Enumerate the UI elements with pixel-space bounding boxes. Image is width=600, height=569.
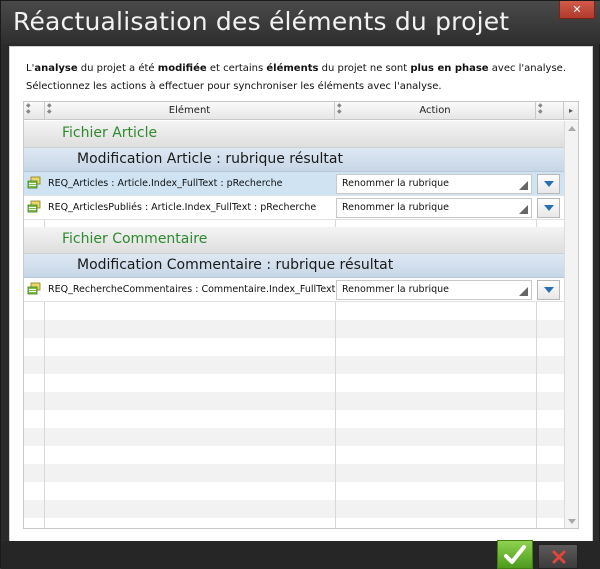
empty-row bbox=[24, 446, 564, 464]
sort-grip-icon: ◆ ◆ bbox=[538, 102, 543, 115]
sort-grip-icon: ◆ ◆ bbox=[337, 102, 342, 115]
action-dropdown-button[interactable] bbox=[537, 198, 560, 218]
sort-grip-icon: ◆ ◆ bbox=[26, 102, 31, 115]
element-name: REQ_ArticlesPubliés : Article.Index_Full… bbox=[48, 202, 317, 213]
content-panel: L'analyse du projet a été modifiée et ce… bbox=[9, 46, 593, 542]
action-dropdown-button[interactable] bbox=[537, 174, 560, 194]
query-icon bbox=[27, 176, 41, 189]
query-icon bbox=[27, 282, 41, 295]
empty-row bbox=[24, 356, 564, 374]
chevron-down-icon bbox=[544, 205, 554, 211]
elements-table: ◆ ◆ ◆ ◆ Elément ◆ ◆ Action ◆ ◆ ▸ Fichier Artic… bbox=[23, 101, 579, 529]
chevron-down-icon bbox=[544, 287, 554, 293]
ok-button[interactable] bbox=[497, 540, 533, 569]
table-row[interactable]: REQ_ArticlesPubliés : Article.Index_Full… bbox=[24, 196, 564, 220]
sort-grip-icon: ◆ ◆ bbox=[47, 102, 52, 115]
empty-row bbox=[24, 320, 564, 338]
empty-row bbox=[24, 464, 564, 482]
action-dropdown-button[interactable] bbox=[537, 280, 560, 300]
empty-row bbox=[24, 428, 564, 446]
table-row[interactable]: REQ_RechercheCommentaires : Commentaire.… bbox=[24, 278, 564, 302]
file-group-header[interactable]: Fichier Commentaire bbox=[24, 227, 564, 254]
header-scroll-right-icon[interactable]: ▸ bbox=[564, 102, 578, 120]
modification-group-header[interactable]: Modification Article : rubrique résultat bbox=[24, 148, 564, 172]
action-select[interactable]: Renommer la rubrique bbox=[336, 280, 532, 300]
empty-row bbox=[24, 410, 564, 428]
header-col-element[interactable]: ◆ ◆ Elément bbox=[45, 102, 335, 120]
empty-row bbox=[24, 518, 564, 528]
combo-corner-icon bbox=[519, 181, 528, 190]
checkmark-icon bbox=[504, 545, 526, 564]
element-name: REQ_Articles : Article.Index_FullText : … bbox=[48, 178, 283, 189]
modification-group-header[interactable]: Modification Commentaire : rubrique résu… bbox=[24, 254, 564, 278]
header-col-icon[interactable]: ◆ ◆ bbox=[24, 102, 45, 120]
cross-icon bbox=[552, 550, 566, 564]
empty-row bbox=[24, 338, 564, 356]
action-select[interactable]: Renommer la rubrique bbox=[336, 174, 532, 194]
table-row[interactable]: REQ_Articles : Article.Index_FullText : … bbox=[24, 172, 564, 196]
combo-corner-icon bbox=[519, 287, 528, 296]
empty-row bbox=[24, 392, 564, 410]
empty-row bbox=[24, 500, 564, 518]
close-button[interactable]: ✕ bbox=[559, 1, 595, 19]
chevron-down-icon bbox=[544, 181, 554, 187]
action-select[interactable]: Renommer la rubrique bbox=[336, 198, 532, 218]
cancel-button[interactable] bbox=[538, 544, 578, 569]
title-bar: Réactualisation des éléments du projet ✕ bbox=[1, 1, 600, 44]
window-title: Réactualisation des éléments du projet bbox=[13, 7, 510, 36]
intro-line-1: L'analyse du projet a été modifiée et ce… bbox=[26, 63, 567, 74]
file-group-header[interactable]: Fichier Article bbox=[24, 121, 564, 148]
intro-line-2: Sélectionnez les actions à effectuer pou… bbox=[26, 81, 442, 92]
empty-row bbox=[24, 482, 564, 500]
scroll-down-icon[interactable] bbox=[568, 519, 576, 524]
header-col-action[interactable]: ◆ ◆ Action bbox=[335, 102, 536, 120]
combo-corner-icon bbox=[519, 205, 528, 214]
empty-row bbox=[24, 302, 564, 320]
scroll-up-icon[interactable] bbox=[568, 126, 576, 131]
dialog-window: Réactualisation des éléments du projet ✕… bbox=[0, 0, 600, 569]
intro-text: L'analyse du projet a été modifiée et ce… bbox=[26, 60, 566, 96]
query-icon bbox=[27, 200, 41, 213]
empty-row bbox=[24, 374, 564, 392]
header-col-dropdown[interactable]: ◆ ◆ bbox=[536, 102, 564, 120]
vertical-scrollbar[interactable] bbox=[564, 121, 578, 528]
